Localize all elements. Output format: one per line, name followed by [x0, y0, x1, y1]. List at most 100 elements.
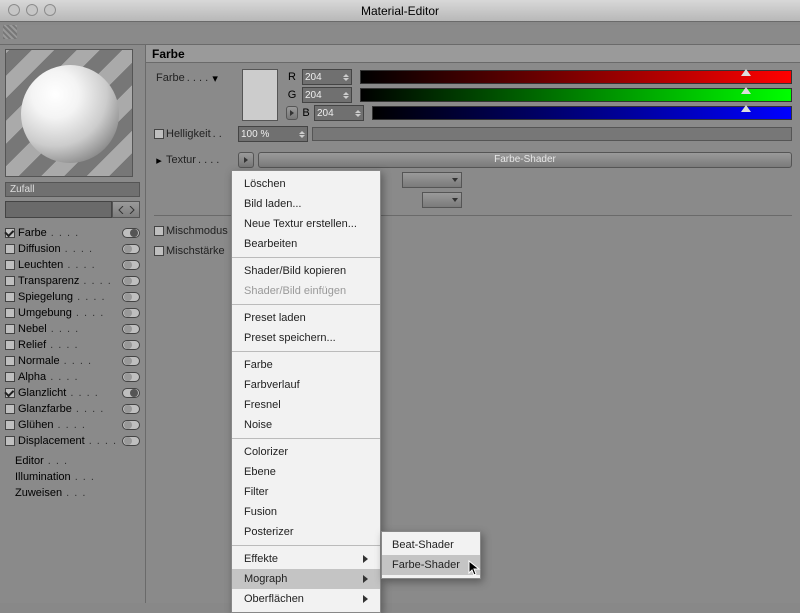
menu-item[interactable]: Colorizer	[232, 442, 380, 462]
checkbox-icon[interactable]	[5, 244, 15, 254]
r-field[interactable]: 204	[302, 69, 352, 85]
toggle-switch[interactable]	[122, 228, 140, 238]
r-slider[interactable]	[360, 70, 792, 84]
checkbox-icon[interactable]	[5, 372, 15, 382]
toggle-switch[interactable]	[122, 244, 140, 254]
toggle-switch[interactable]	[122, 308, 140, 318]
menu-item[interactable]: Fusion	[232, 502, 380, 522]
mograph-submenu[interactable]: Beat-ShaderFarbe-Shader	[381, 531, 481, 579]
color-picker-button[interactable]	[286, 106, 298, 120]
brightness-field[interactable]: 100 %	[238, 126, 308, 142]
submenu-item[interactable]: Beat-Shader	[382, 535, 480, 555]
menu-item[interactable]: Ebene	[232, 462, 380, 482]
channel-transparenz[interactable]: Transparenz . . . .	[5, 273, 140, 289]
channel-diffusion[interactable]: Diffusion . . . .	[5, 241, 140, 257]
texture-menu-button[interactable]	[238, 152, 254, 168]
toggle-switch[interactable]	[122, 292, 140, 302]
window-title: Material-Editor	[361, 4, 439, 18]
checkbox-icon[interactable]	[5, 404, 15, 414]
checkbox-icon[interactable]	[5, 292, 15, 302]
brightness-enable-checkbox[interactable]	[154, 129, 164, 139]
window-controls[interactable]	[8, 4, 56, 16]
b-slider[interactable]	[372, 106, 792, 120]
channel-farbe[interactable]: Farbe . . . .	[5, 225, 140, 241]
channel-label: Spiegelung . . . .	[18, 291, 119, 303]
menu-item[interactable]: Bild laden...	[232, 194, 380, 214]
offset-field[interactable]	[422, 192, 462, 208]
toggle-switch[interactable]	[122, 356, 140, 366]
name-input[interactable]	[5, 201, 112, 218]
checkbox-icon[interactable]	[5, 340, 15, 350]
toggle-switch[interactable]	[122, 276, 140, 286]
menu-item[interactable]: Posterizer	[232, 522, 380, 542]
chevron-right-icon[interactable]: ▸	[154, 154, 164, 167]
checkbox-icon[interactable]	[5, 356, 15, 366]
texture-name-button[interactable]: Farbe-Shader	[258, 152, 792, 168]
toggle-switch[interactable]	[122, 372, 140, 382]
channel-spiegelung[interactable]: Spiegelung . . . .	[5, 289, 140, 305]
channel-gluehen[interactable]: Glühen . . . .	[5, 417, 140, 433]
menu-item[interactable]: Effekte	[232, 549, 380, 569]
channel-normale[interactable]: Normale . . . .	[5, 353, 140, 369]
menu-item[interactable]: Preset laden	[232, 308, 380, 328]
menu-item[interactable]: Farbverlauf	[232, 375, 380, 395]
link-illumination[interactable]: Illumination . . .	[5, 469, 140, 485]
link-editor[interactable]: Editor . . .	[5, 453, 140, 469]
chevron-down-icon[interactable]: ▾	[210, 72, 220, 85]
menu-item[interactable]: Farbe	[232, 355, 380, 375]
toggle-switch[interactable]	[122, 388, 140, 398]
grip-icon[interactable]	[3, 25, 17, 39]
mixmode-enable-checkbox[interactable]	[154, 226, 164, 236]
link-zuweisen[interactable]: Zuweisen . . .	[5, 485, 140, 501]
menu-item[interactable]: Mograph	[232, 569, 380, 589]
checkbox-icon[interactable]	[5, 228, 15, 238]
material-preview[interactable]	[5, 49, 133, 177]
toggle-switch[interactable]	[122, 260, 140, 270]
toggle-switch[interactable]	[122, 324, 140, 334]
sampling-dropdown[interactable]	[402, 172, 462, 188]
channel-relief[interactable]: Relief . . . .	[5, 337, 140, 353]
checkbox-icon[interactable]	[5, 420, 15, 430]
checkbox-icon[interactable]	[5, 324, 15, 334]
material-name-field[interactable]: Zufall	[5, 182, 140, 197]
texture-context-menu[interactable]: LöschenBild laden...Neue Textur erstelle…	[231, 170, 381, 613]
toggle-switch[interactable]	[122, 420, 140, 430]
prev-next-buttons[interactable]	[112, 201, 140, 218]
checkbox-icon[interactable]	[5, 276, 15, 286]
menu-item[interactable]: Bearbeiten	[232, 234, 380, 254]
channel-alpha[interactable]: Alpha . . . .	[5, 369, 140, 385]
checkbox-icon[interactable]	[5, 260, 15, 270]
zoom-icon[interactable]	[44, 4, 56, 16]
menu-item[interactable]: Filter	[232, 482, 380, 502]
menu-item[interactable]: Löschen	[232, 174, 380, 194]
channel-leuchten[interactable]: Leuchten . . . .	[5, 257, 140, 273]
g-slider[interactable]	[360, 88, 792, 102]
checkbox-icon[interactable]	[5, 308, 15, 318]
channel-nebel[interactable]: Nebel . . . .	[5, 321, 140, 337]
menu-item[interactable]: Preset speichern...	[232, 328, 380, 348]
channel-umgebung[interactable]: Umgebung . . . .	[5, 305, 140, 321]
close-icon[interactable]	[8, 4, 20, 16]
mixstrength-enable-checkbox[interactable]	[154, 246, 164, 256]
menu-item[interactable]: Neue Textur erstellen...	[232, 214, 380, 234]
checkbox-icon[interactable]	[5, 436, 15, 446]
menu-item[interactable]: Fresnel	[232, 395, 380, 415]
g-field[interactable]: 204	[302, 87, 352, 103]
channel-label: Glanzlicht . . . .	[18, 387, 119, 399]
checkbox-icon[interactable]	[5, 388, 15, 398]
channel-glanzfarbe[interactable]: Glanzfarbe . . . .	[5, 401, 140, 417]
brightness-slider[interactable]	[312, 127, 792, 141]
menu-item[interactable]: Shader/Bild kopieren	[232, 261, 380, 281]
minimize-icon[interactable]	[26, 4, 38, 16]
color-swatch[interactable]	[242, 69, 278, 121]
submenu-item[interactable]: Farbe-Shader	[382, 555, 480, 575]
toggle-switch[interactable]	[122, 340, 140, 350]
r-label: R	[286, 71, 298, 83]
toggle-switch[interactable]	[122, 404, 140, 414]
channel-glanzlicht[interactable]: Glanzlicht . . . .	[5, 385, 140, 401]
menu-item[interactable]: Oberflächen	[232, 589, 380, 609]
toggle-switch[interactable]	[122, 436, 140, 446]
menu-item[interactable]: Noise	[232, 415, 380, 435]
b-field[interactable]: 204	[314, 105, 364, 121]
channel-displacement[interactable]: Displacement . . . .	[5, 433, 140, 449]
